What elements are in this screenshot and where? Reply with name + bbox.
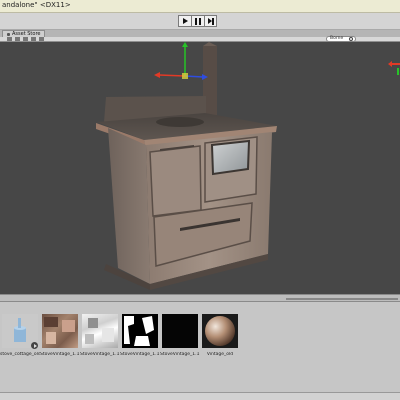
asset-label: Vintage_old: [206, 352, 234, 357]
gizmo-x-arrow[interactable]: [154, 72, 160, 78]
asset-label: StoveVintage_1.11: [160, 352, 200, 357]
view-icon[interactable]: [15, 37, 20, 41]
gizmo-y-arrow[interactable]: [182, 42, 188, 47]
texture-preview-icon: [44, 317, 75, 344]
asset-thumbnail-gloss[interactable]: [82, 314, 118, 348]
window-title: andalone" <DX11>: [2, 1, 71, 9]
title-bar: andalone" <DX11>: [0, 0, 400, 13]
play-controls: [178, 15, 217, 27]
asset-item[interactable]: StoveVintage_1.11: [120, 314, 160, 357]
gizmo-x-axis[interactable]: [158, 74, 186, 77]
texture-preview-icon: [85, 318, 114, 344]
scene-view[interactable]: [0, 42, 400, 294]
asset-label: StoveVintage_1.11: [120, 352, 160, 357]
thumbnail-size-slider[interactable]: [286, 298, 398, 300]
scene-search-text: Borne: [330, 36, 344, 41]
tab-asset-store[interactable]: Asset Store: [2, 30, 46, 37]
stove-side-panel: [108, 128, 150, 284]
stove-model[interactable]: [96, 42, 277, 290]
transform-gizmo[interactable]: [154, 42, 208, 80]
play-toolbar: [0, 13, 400, 30]
expand-arrow-icon[interactable]: [31, 342, 38, 349]
material-sphere-icon: [205, 316, 235, 346]
asset-item[interactable]: StoveVintage_1.11: [40, 314, 80, 357]
asset-thumbnail-diffuse[interactable]: [42, 314, 78, 348]
audio-icon[interactable]: [31, 37, 36, 41]
step-icon: [208, 17, 214, 25]
gizmo-center[interactable]: [182, 73, 188, 79]
lighting-icon[interactable]: [23, 37, 28, 41]
search-icon: [349, 37, 353, 41]
status-bar: [0, 392, 400, 400]
asset-item[interactable]: stove_cottage_old: [0, 314, 40, 357]
asset-browser: stove_cottage_old StoveVintage_1.11 Stov…: [0, 302, 400, 392]
play-button[interactable]: [178, 15, 191, 27]
stove-firebox-door[interactable]: [149, 145, 202, 217]
scene-render: [96, 42, 400, 290]
asset-label: stove_cottage_old: [0, 352, 40, 357]
asset-item[interactable]: Vintage_old: [200, 314, 240, 357]
step-button[interactable]: [204, 15, 217, 27]
shop-icon: [7, 32, 10, 36]
asset-thumbnail-material[interactable]: [202, 314, 238, 348]
pause-button[interactable]: [191, 15, 204, 27]
asset-thumbnail-mask[interactable]: [122, 314, 158, 348]
stove-chimney-top: [203, 42, 217, 46]
unity-editor-window: andalone" <DX11> Asset Store Borne stove…: [0, 0, 400, 400]
asset-item[interactable]: StoveVintage_1.11: [160, 314, 200, 357]
orientation-x-cone[interactable]: [388, 61, 392, 67]
texture-preview-icon: [124, 316, 154, 346]
asset-label: StoveVintage_1.11: [40, 352, 80, 357]
asset-label: StoveVintage_1.11: [80, 352, 120, 357]
orientation-gizmo[interactable]: [388, 61, 400, 75]
asset-item[interactable]: StoveVintage_1.11: [80, 314, 120, 357]
effects-icon[interactable]: [39, 37, 44, 41]
stove-oven-window: [210, 139, 251, 176]
panel-splitter[interactable]: [0, 294, 400, 302]
asset-thumbnail-black[interactable]: [162, 314, 198, 348]
play-icon: [183, 18, 188, 24]
stove-burner-ring: [156, 117, 204, 127]
shading-icon[interactable]: [7, 37, 12, 41]
pause-icon: [195, 18, 201, 25]
